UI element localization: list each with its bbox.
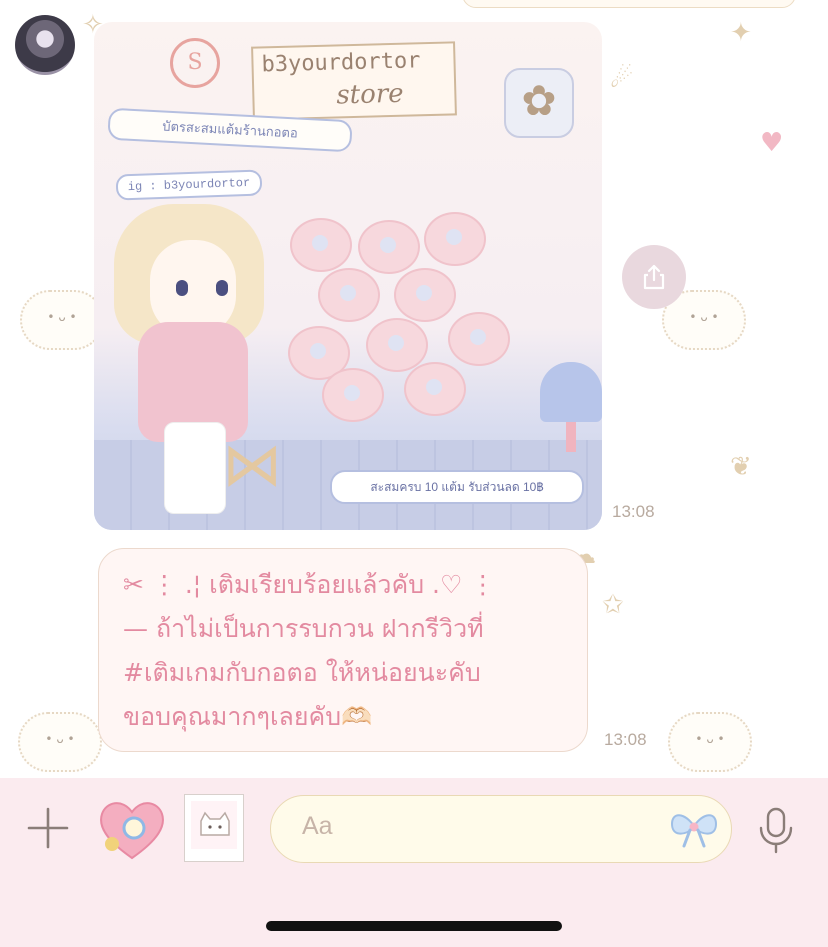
leaf-icon: ❦ <box>730 452 752 482</box>
message-line: ✂︎ ⋮ .¦ เติมเรียบร้อยแล้วคับ .♡ ⋮ <box>123 570 496 599</box>
stamp-slot <box>322 368 384 422</box>
store-logo-icon: S <box>170 38 220 88</box>
message-input-placeholder: Aa <box>302 812 333 840</box>
character-eye <box>176 280 188 296</box>
flower-icon <box>504 68 574 138</box>
store-name-line2: store <box>335 78 405 111</box>
message-timestamp: 13:08 <box>604 730 647 749</box>
card-handle: ig : b3yourdortor <box>115 169 263 201</box>
avatar[interactable] <box>15 15 75 75</box>
heart-sticker-icon[interactable] <box>96 796 168 862</box>
stamp-slot <box>358 220 420 274</box>
message-timestamp: 13:08 <box>612 502 655 521</box>
photo-sticker-icon[interactable] <box>184 794 244 862</box>
message-line: — ถ้าไม่เป็นการรบกวน ฝากรีวิวที่ <box>123 614 484 643</box>
bow-sticker-icon[interactable] <box>668 806 720 850</box>
character-eye <box>216 280 228 296</box>
store-name-line1: b3yourdortor <box>261 48 421 78</box>
share-button[interactable] <box>622 245 686 309</box>
text-message-bubble[interactable]: ✂︎ ⋮ .¦ เติมเรียบร้อยแล้วคับ .♡ ⋮ — ถ้าไ… <box>98 548 588 752</box>
image-message[interactable]: S b3yourdortor store บัตรสะสมแต้มร้านกอต… <box>94 22 602 530</box>
plus-icon[interactable] <box>25 805 71 851</box>
cat-face-icon <box>200 811 230 836</box>
share-icon <box>643 264 665 290</box>
stamp-slot <box>366 318 428 372</box>
stamp-slot <box>290 218 352 272</box>
shooting-star-icon: ☄ <box>610 64 634 94</box>
ribbon-bow-icon: ⋈ <box>222 430 282 500</box>
shooting-star-icon: ✩ <box>602 590 624 620</box>
previous-message-bubble[interactable] <box>462 0 796 8</box>
microphone-icon[interactable] <box>756 806 796 854</box>
card-footer: สะสมครบ 10 แต้ม รับส่วนลด 10฿ <box>330 470 584 504</box>
message-input[interactable] <box>270 795 732 863</box>
home-indicator[interactable] <box>266 921 562 931</box>
sheep-decoration <box>668 712 752 772</box>
lollipop-icon: ♥ <box>760 128 784 158</box>
star-icon: ✦ <box>730 18 752 48</box>
sheep-decoration <box>20 290 104 350</box>
message-line: #เติมเกมกับกอตอ ให้หน่อยนะคับ <box>123 658 481 687</box>
lamp-icon <box>540 362 602 422</box>
stamp-slot <box>424 212 486 266</box>
chat-history: ✧ ✦ ♥ ❦ ✩ ☁ ☄ S b3yourdortor store บัตรส… <box>0 0 828 778</box>
stamp-slot <box>448 312 510 366</box>
message-line: ขอบคุณมากๆเลยคับ🫶🏻 <box>123 702 373 731</box>
stamp-slot <box>394 268 456 322</box>
stamp-slot <box>318 268 380 322</box>
store-title: b3yourdortor store <box>251 41 457 121</box>
lamp-base <box>566 422 576 452</box>
sheep-decoration <box>18 712 102 772</box>
stamp-slot <box>404 362 466 416</box>
